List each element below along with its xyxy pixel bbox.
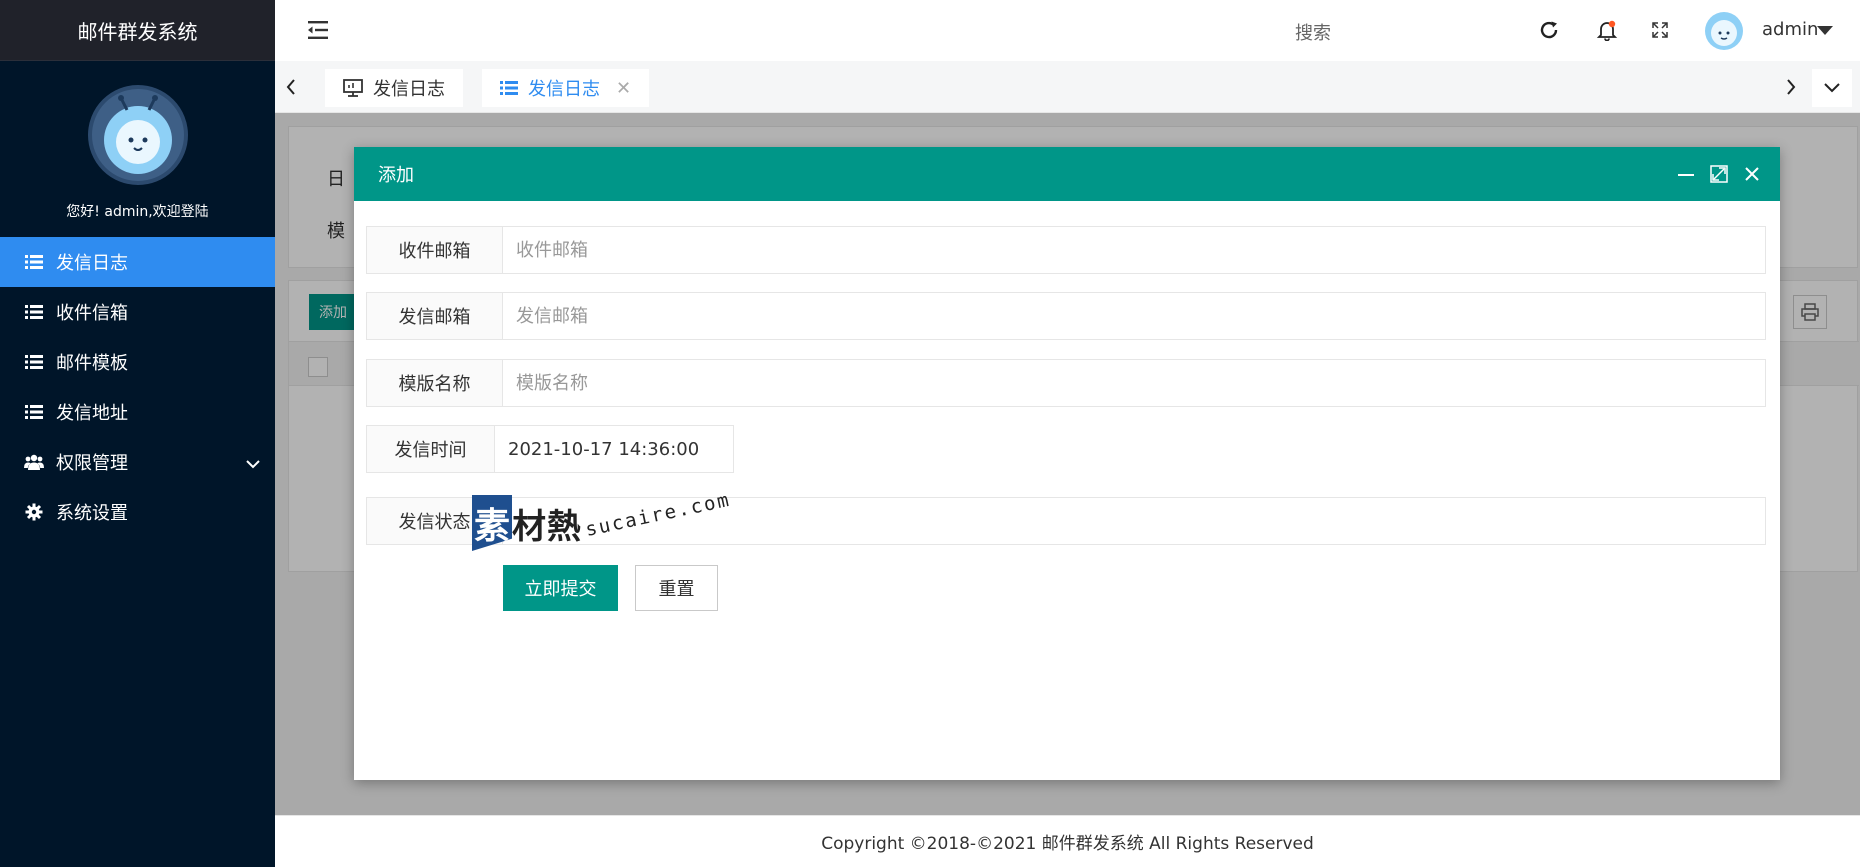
close-icon[interactable] [1740,162,1764,186]
gear-icon [24,502,44,522]
tab-bar: 发信日志 发信日志 ✕ [275,61,1860,113]
maximize-icon[interactable] [1707,162,1731,186]
sender-email-row: 发信邮箱 [366,292,1766,340]
recipient-email-row: 收件邮箱 [366,226,1766,274]
user-avatar[interactable] [1705,12,1743,50]
user-panel: 您好! admin,欢迎登陆 [0,61,275,237]
tab-label: 发信日志 [373,79,445,100]
tab-label: 发信日志 [528,79,600,100]
watermark-badge: 素 [472,495,512,551]
tab-send-log[interactable]: 发信日志 ✕ [482,69,650,107]
sidebar-item-label: 邮件模板 [56,353,128,374]
menu-fold-icon[interactable] [305,18,331,42]
sidebar: 邮件群发系统 您好! admin,欢迎登陆 发信日志 收件信箱 邮件模板 发信地… [0,0,275,867]
field-label: 发信邮箱 [367,293,503,339]
footer-copyright: Copyright ©2018-©2021 邮件群发系统 All Rights … [275,815,1860,867]
reset-button[interactable]: 重置 [635,565,718,611]
watermark-url: sucaire.com [583,488,733,541]
tab-scroll-left-icon[interactable] [275,71,307,103]
minimize-icon[interactable] [1674,162,1698,186]
field-label: 发信时间 [367,426,495,472]
send-time-input[interactable] [495,426,733,472]
template-name-input[interactable] [503,360,1765,406]
sidebar-item-templates[interactable]: 邮件模板 [0,337,275,387]
refresh-icon[interactable] [1537,18,1561,42]
list-icon [500,80,518,96]
sidebar-item-settings[interactable]: 系统设置 [0,487,275,537]
sidebar-item-send-log[interactable]: 发信日志 [0,237,275,287]
sidebar-item-label: 系统设置 [56,503,128,524]
recipient-email-input[interactable] [503,227,1765,273]
list-icon [24,302,44,322]
list-icon [24,402,44,422]
watermark-text: 材熱 [512,507,582,547]
sender-email-input[interactable] [503,293,1765,339]
sidebar-item-send-address[interactable]: 发信地址 [0,387,275,437]
monitor-icon [343,79,363,97]
chevron-down-icon [245,453,261,474]
sidebar-item-label: 发信日志 [56,253,128,274]
submit-button[interactable]: 立即提交 [503,565,618,611]
send-time-row: 发信时间 [366,425,734,473]
dialog-header: 添加 [354,147,1780,201]
fullscreen-icon[interactable] [1648,18,1672,42]
field-label: 收件邮箱 [367,227,503,273]
username-dropdown[interactable]: admin [1762,19,1818,40]
users-icon [24,452,44,472]
list-icon [24,352,44,372]
sidebar-menu: 发信日志 收件信箱 邮件模板 发信地址 权限管理 系统设置 [0,237,275,537]
caret-down-icon[interactable] [1817,26,1833,35]
tab-menu-chevron-down-icon[interactable] [1812,69,1852,107]
list-icon [24,252,44,272]
add-dialog: 添加 收件邮箱 发信邮箱 模版名称 发信时间 发信状态 素 材熱 sucaire… [354,147,1780,780]
bell-icon[interactable] [1595,18,1619,42]
sidebar-item-label: 权限管理 [56,453,128,474]
search-button[interactable]: 搜索 [1295,19,1331,45]
dialog-title: 添加 [378,165,414,186]
top-header: 搜索 admin [275,0,1860,61]
app-title: 邮件群发系统 [0,0,275,61]
sidebar-item-label: 发信地址 [56,403,128,424]
sidebar-item-inbox[interactable]: 收件信箱 [0,287,275,337]
tab-scroll-right-icon[interactable] [1775,71,1807,103]
sidebar-item-permissions[interactable]: 权限管理 [0,437,275,487]
robot-avatar-icon [1711,20,1737,46]
close-icon[interactable]: ✕ [616,78,631,99]
robot-avatar-icon [103,95,172,174]
watermark-logo: 素 材熱 sucaire.com [472,489,733,565]
sidebar-item-label: 收件信箱 [56,303,128,324]
tab-send-log-home[interactable]: 发信日志 [325,69,463,107]
welcome-text: 您好! admin,欢迎登陆 [66,204,209,220]
field-label: 模版名称 [367,360,503,406]
template-name-row: 模版名称 [366,359,1766,407]
avatar[interactable] [87,85,188,185]
